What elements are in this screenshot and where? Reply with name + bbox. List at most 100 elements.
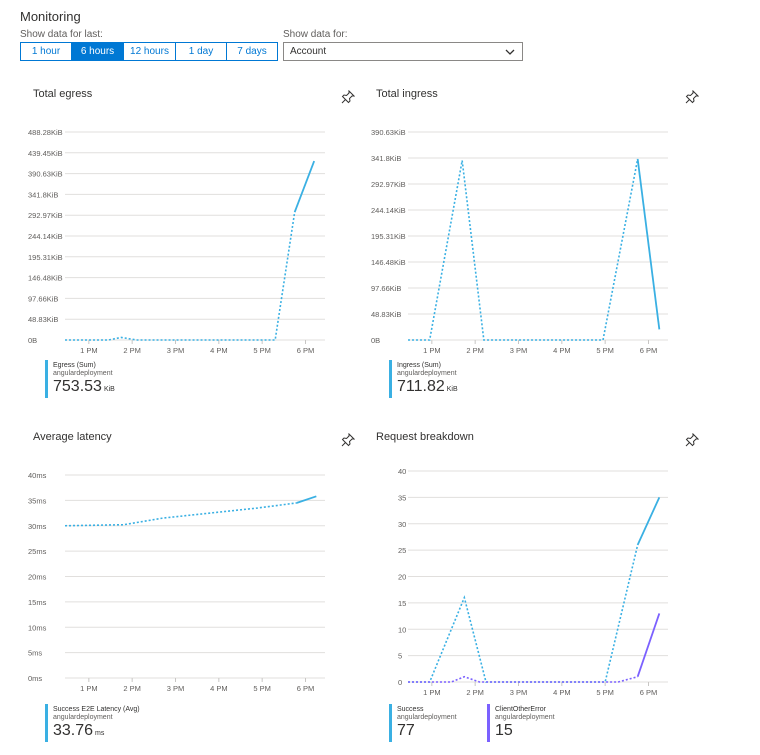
x-tick-label: 2 PM [466, 346, 484, 355]
y-tick-label: 292.97KiB [28, 211, 63, 220]
y-tick-label: 20ms [28, 573, 47, 582]
y-tick-label: 48.83KiB [28, 315, 58, 324]
y-tick-label: 0B [371, 336, 380, 345]
legend-color-bar [487, 704, 490, 742]
x-tick-label: 4 PM [210, 684, 228, 693]
egress-chart: 0B 48.83KiB 97.66KiB 146.48KiB 195.31KiB 244.… [28, 128, 325, 355]
show-data-last-label: Show data for last: [20, 29, 103, 40]
ingress-chart: 0B 48.83KiB 97.66KiB 146.48KiB 195.31KiB 244.… [371, 128, 668, 355]
x-tick-label: 6 PM [640, 688, 658, 697]
x-tick-label: 6 PM [640, 346, 658, 355]
legend-series-name: Success E2E Latency (Avg) [53, 706, 140, 713]
y-tick-label: 341.8KiB [371, 154, 401, 163]
y-tick-label: 5ms [28, 649, 42, 658]
y-tick-label: 20 [398, 573, 406, 582]
legend-color-bar [389, 704, 392, 742]
dropdown-value: Account [290, 46, 327, 57]
series-line-solid [636, 613, 661, 678]
x-tick-label: 4 PM [553, 346, 571, 355]
y-tick-label: 5 [398, 652, 402, 661]
pin-icon[interactable] [685, 433, 699, 447]
y-tick-label: 146.48KiB [28, 274, 63, 283]
x-tick-label: 2 PM [466, 688, 484, 697]
x-tick-label: 2 PM [123, 684, 141, 693]
y-tick-label: 244.14KiB [28, 232, 63, 241]
y-tick-label: 97.66KiB [371, 284, 401, 293]
legend-resource-name: angulardeployment [53, 714, 113, 721]
series-line-solid [636, 158, 661, 330]
y-tick-label: 25 [398, 546, 406, 555]
y-tick-label: 341.8KiB [28, 190, 58, 199]
pin-icon[interactable] [341, 90, 355, 104]
series-line-dashed [408, 158, 639, 341]
y-tick-label: 15ms [28, 598, 47, 607]
y-tick-label: 390.63KiB [371, 128, 406, 137]
range-1-hour-button[interactable]: 1 hour [20, 42, 72, 61]
x-tick-label: 5 PM [596, 688, 614, 697]
range-1-day-button[interactable]: 1 day [176, 42, 227, 61]
legend-resource-name: angulardeployment [397, 714, 457, 721]
x-tick-label: 5 PM [253, 346, 271, 355]
pin-icon[interactable] [685, 90, 699, 104]
y-tick-label: 292.97KiB [371, 180, 406, 189]
y-tick-label: 35ms [28, 496, 47, 505]
y-tick-label: 30ms [28, 522, 47, 531]
y-tick-label: 97.66KiB [28, 294, 58, 303]
legend-color-bar [45, 360, 48, 398]
show-data-for-dropdown[interactable]: Account [283, 42, 523, 61]
series-line-dashed [408, 544, 639, 683]
x-tick-label: 4 PM [210, 346, 228, 355]
legend-value: 711.82 KiB [397, 378, 458, 395]
legend-resource-name: angulardeployment [397, 370, 457, 377]
series-line-solid [293, 160, 316, 213]
x-tick-label: 6 PM [297, 684, 315, 693]
range-12-hours-button[interactable]: 12 hours [124, 42, 176, 61]
show-data-for-label: Show data for: [283, 29, 348, 40]
time-range-selector: 1 hour 6 hours 12 hours 1 day 7 days [20, 42, 278, 61]
x-tick-label: 3 PM [510, 346, 528, 355]
legend-series-name: Ingress (Sum) [397, 362, 441, 369]
y-tick-label: 0 [398, 678, 402, 687]
y-tick-label: 25ms [28, 547, 47, 556]
x-tick-label: 3 PM [167, 684, 185, 693]
legend-series-name: Egress (Sum) [53, 362, 96, 369]
y-tick-label: 195.31KiB [28, 253, 63, 262]
y-tick-label: 48.83KiB [371, 310, 401, 319]
y-tick-label: 40ms [28, 471, 47, 480]
x-tick-label: 6 PM [297, 346, 315, 355]
egress-title: Total egress [33, 88, 93, 100]
y-tick-label: 195.31KiB [371, 232, 406, 241]
legend-value: 753.53 KiB [53, 378, 115, 395]
x-tick-label: 3 PM [510, 688, 528, 697]
legend-color-bar [45, 704, 48, 742]
y-tick-label: 244.14KiB [371, 206, 406, 215]
pin-icon[interactable] [341, 433, 355, 447]
requests-title: Request breakdown [376, 431, 474, 443]
legend-series-name: Success [397, 706, 424, 713]
x-tick-label: 1 PM [80, 346, 98, 355]
y-tick-label: 30 [398, 520, 406, 529]
legend-value: 15 [495, 722, 513, 739]
legend-value: 33.76 ms [53, 722, 105, 739]
chevron-down-icon [505, 49, 515, 55]
y-tick-label: 390.63KiB [28, 170, 63, 179]
latency-chart: 0ms 5ms 10ms 15ms 20ms 25ms 30ms 35ms 40ms 1 PM 2 … [28, 471, 325, 693]
series-line-solid [636, 497, 661, 546]
x-tick-label: 5 PM [253, 684, 271, 693]
ingress-title: Total ingress [376, 88, 438, 100]
range-6-hours-button[interactable]: 6 hours [72, 42, 124, 61]
legend-series-name: ClientOtherError [495, 706, 546, 713]
page-title: Monitoring [20, 9, 81, 24]
y-tick-label: 0B [28, 336, 37, 345]
requests-chart: 0 5 10 15 20 25 30 35 40 1 PM 2 PM 3 PM 4 PM 5 PM 6 PM [398, 467, 668, 697]
legend-resource-name: angulardeployment [53, 370, 113, 377]
series-line-dashed [65, 212, 296, 341]
y-tick-label: 146.48KiB [371, 258, 406, 267]
series-line-solid [296, 495, 317, 504]
legend-color-bar [389, 360, 392, 398]
x-tick-label: 1 PM [423, 688, 441, 697]
y-tick-label: 10ms [28, 623, 47, 632]
latency-title: Average latency [33, 431, 112, 443]
y-tick-label: 488.28KiB [28, 128, 63, 137]
range-7-days-button[interactable]: 7 days [227, 42, 278, 61]
